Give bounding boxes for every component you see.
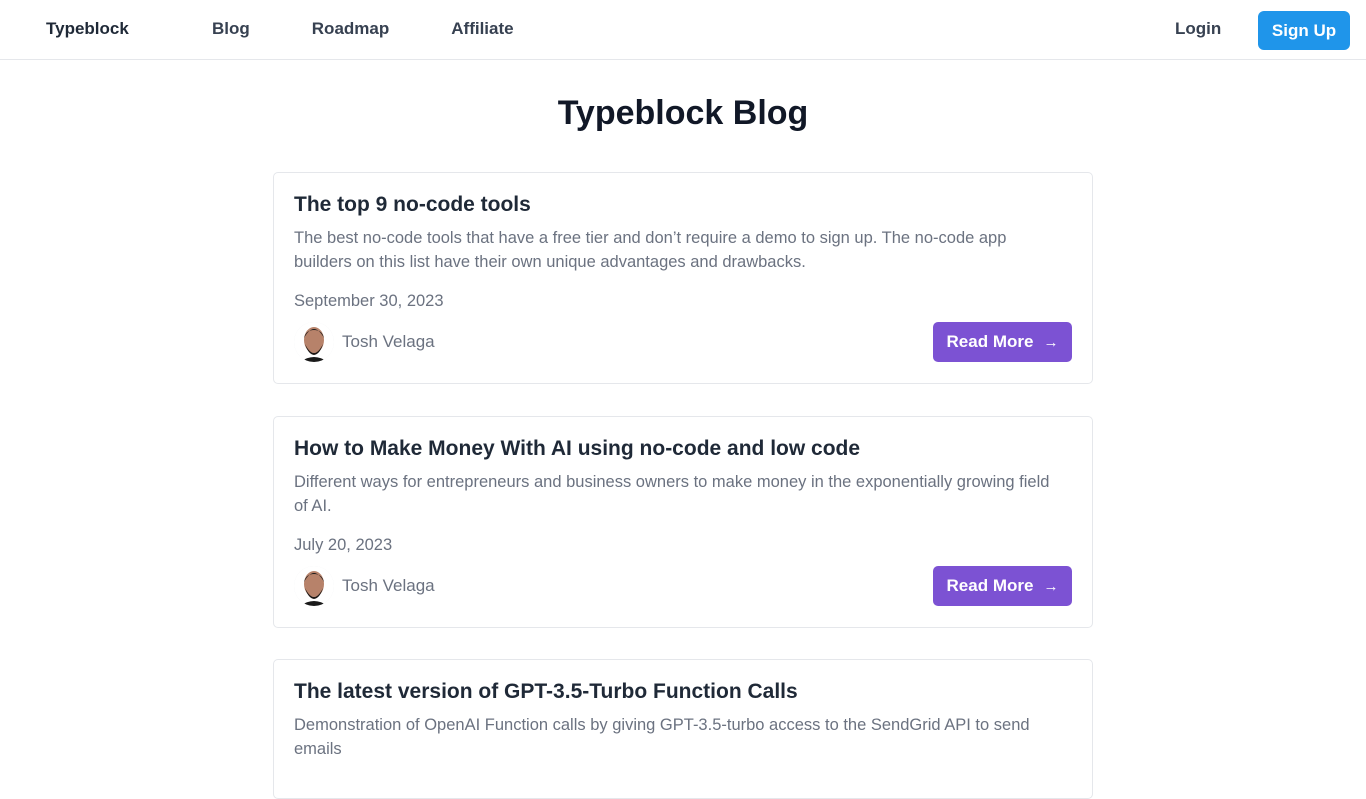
nav-link-roadmap[interactable]: Roadmap — [312, 19, 389, 39]
post-excerpt: Different ways for entrepreneurs and bus… — [294, 473, 1050, 515]
author-name: Tosh Velaga — [342, 332, 435, 351]
page-title: Typeblock Blog — [557, 94, 809, 132]
author-name: Tosh Velaga — [342, 576, 435, 595]
post-title[interactable]: The latest version of GPT-3.5-Turbo Func… — [294, 680, 798, 704]
post-date: July 20, 2023 — [294, 536, 393, 554]
post-card: The top 9 no-code tools The best no-code… — [273, 172, 1093, 384]
post-card: How to Make Money With AI using no-code … — [273, 416, 1093, 628]
post-card: The latest version of GPT-3.5-Turbo Func… — [273, 659, 1093, 799]
nav-link-blog[interactable]: Blog — [212, 19, 250, 39]
arrow-right-icon: → — [1043, 333, 1059, 351]
post-author: Tosh Velaga — [294, 566, 435, 606]
primary-nav: Blog Roadmap Affiliate — [212, 19, 576, 39]
read-more-label: Read More — [946, 332, 1034, 351]
top-navbar: Typeblock Blog Roadmap Affiliate Login S… — [0, 0, 1366, 60]
signup-button[interactable]: Sign Up — [1258, 11, 1350, 50]
post-title[interactable]: The top 9 no-code tools — [294, 193, 531, 217]
avatar-icon — [294, 566, 334, 606]
read-more-button[interactable]: Read More → — [933, 322, 1072, 362]
post-author: Tosh Velaga — [294, 322, 435, 362]
nav-link-affiliate[interactable]: Affiliate — [451, 19, 513, 39]
arrow-right-icon: → — [1043, 577, 1059, 595]
post-date: September 30, 2023 — [294, 292, 444, 310]
post-excerpt: The best no-code tools that have a free … — [294, 229, 1007, 271]
read-more-button[interactable]: Read More → — [933, 566, 1072, 606]
brand-logo[interactable]: Typeblock — [46, 19, 129, 39]
read-more-label: Read More — [946, 576, 1034, 595]
avatar-icon — [294, 322, 334, 362]
post-title[interactable]: How to Make Money With AI using no-code … — [294, 437, 860, 461]
login-link[interactable]: Login — [1175, 19, 1221, 39]
post-excerpt: Demonstration of OpenAI Function calls b… — [294, 716, 1030, 758]
